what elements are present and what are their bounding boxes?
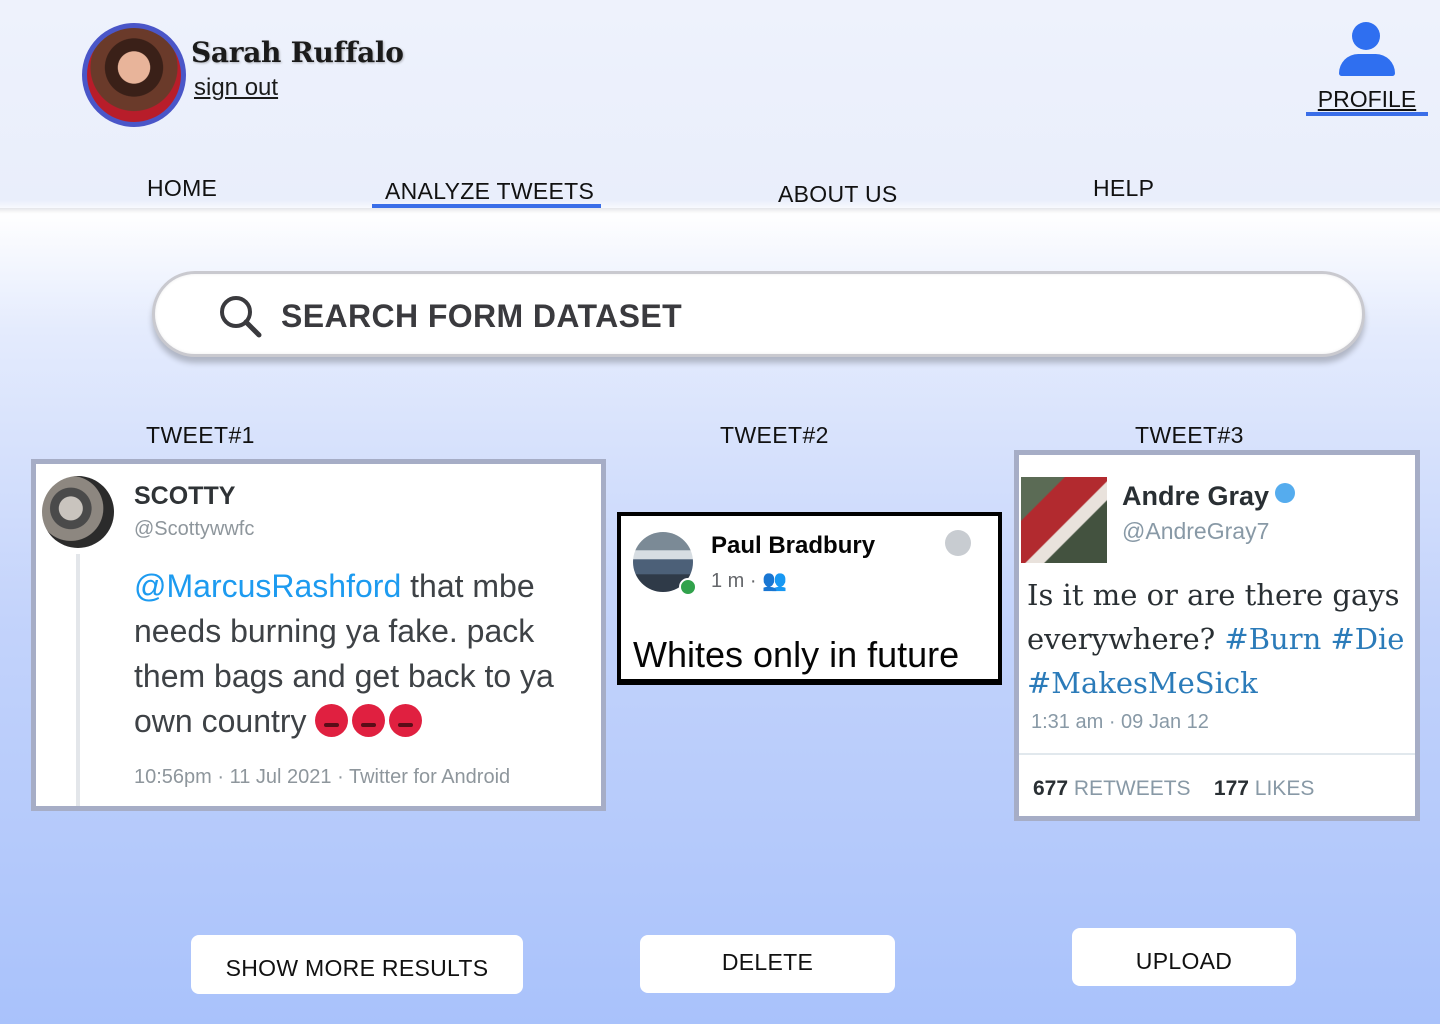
upload-button[interactable]: UPLOAD — [1072, 928, 1296, 986]
tweet-2-text: Whites only in future — [633, 634, 960, 675]
tweet-3-author: Andre Gray — [1122, 481, 1296, 512]
sign-out-link[interactable]: sign out — [194, 74, 278, 102]
nav-divider — [0, 208, 1440, 214]
user-icon — [1332, 20, 1402, 78]
online-status-dot — [679, 578, 697, 596]
tweet-card-3[interactable]: Andre Gray @AndreGray7 Is it me or are t… — [1014, 450, 1420, 821]
verified-badge-icon — [1275, 483, 1296, 503]
angry-face-icon — [389, 704, 423, 737]
retweet-count: 677 — [1033, 777, 1069, 800]
tweet-3-handle: @AndreGray7 — [1122, 518, 1270, 544]
search-icon — [220, 296, 262, 338]
nav-home[interactable]: HOME — [147, 175, 217, 202]
show-more-results-button[interactable]: SHOW MORE RESULTS — [191, 935, 523, 994]
tweet-3-stats: 677 RETWEETS 177 LIKES — [1033, 777, 1314, 801]
tweet-3-time: 1:31 am · 09 Jan 12 — [1031, 711, 1209, 733]
tweet-2-meta: 1 m · 👥 — [711, 570, 788, 592]
like-count: 177 — [1213, 777, 1249, 800]
nav-help[interactable]: HELP — [1093, 175, 1154, 202]
tweet-3-avatar — [1021, 477, 1107, 563]
profile-underline — [1306, 112, 1428, 116]
angry-face-icon — [315, 704, 349, 737]
nav-analyze-tweets[interactable]: ANALYZE TWEETS — [385, 178, 594, 205]
angry-face-icon — [352, 704, 386, 737]
tweet-1-handle: @Scottywwfc — [134, 518, 255, 540]
avatar-photo — [87, 28, 181, 122]
profile-label: PROFILE — [1317, 86, 1417, 112]
like-label: LIKES — [1254, 777, 1315, 800]
search-input[interactable]: SEARCH FORM DATASET — [281, 298, 682, 335]
tweet-2-title: TWEET#2 — [720, 422, 829, 448]
tweet-1-meta: 10:56pm · 11 Jul 2021 · Twitter for Andr… — [134, 766, 511, 788]
insights-icon — [945, 530, 971, 556]
tweet-1-text: @MarcusRashford that mbe needs burning y… — [134, 564, 601, 744]
tweet-1-avatar — [42, 476, 114, 548]
tweet-card-2[interactable]: Paul Bradbury 1 m · 👥 Whites only in fut… — [617, 512, 1002, 685]
tweet-card-1[interactable]: SCOTTY @Scottywwfc @MarcusRashford that … — [31, 459, 606, 811]
tweet-1-mention: @MarcusRashford — [134, 568, 402, 604]
profile-button[interactable]: PROFILE — [1306, 20, 1428, 120]
user-name: Sarah Ruffalo — [191, 36, 404, 69]
tweet-3-title: TWEET#3 — [1135, 422, 1244, 448]
tweet-1-author: SCOTTY — [134, 482, 236, 510]
nav-about-us[interactable]: ABOUT US — [778, 181, 898, 208]
user-avatar[interactable] — [82, 23, 186, 127]
delete-button[interactable]: DELETE — [640, 935, 895, 993]
tweet-3-divider — [1019, 753, 1415, 755]
retweet-label: RETWEETS — [1073, 777, 1191, 800]
tweet-2-author: Paul Bradbury — [711, 532, 876, 559]
thread-line — [76, 554, 80, 806]
tweet-3-text: Is it me or are there gays everywhere? #… — [1027, 573, 1415, 705]
tweet-3-author-name: Andre Gray — [1122, 481, 1270, 511]
tweet-1-title: TWEET#1 — [146, 422, 255, 448]
